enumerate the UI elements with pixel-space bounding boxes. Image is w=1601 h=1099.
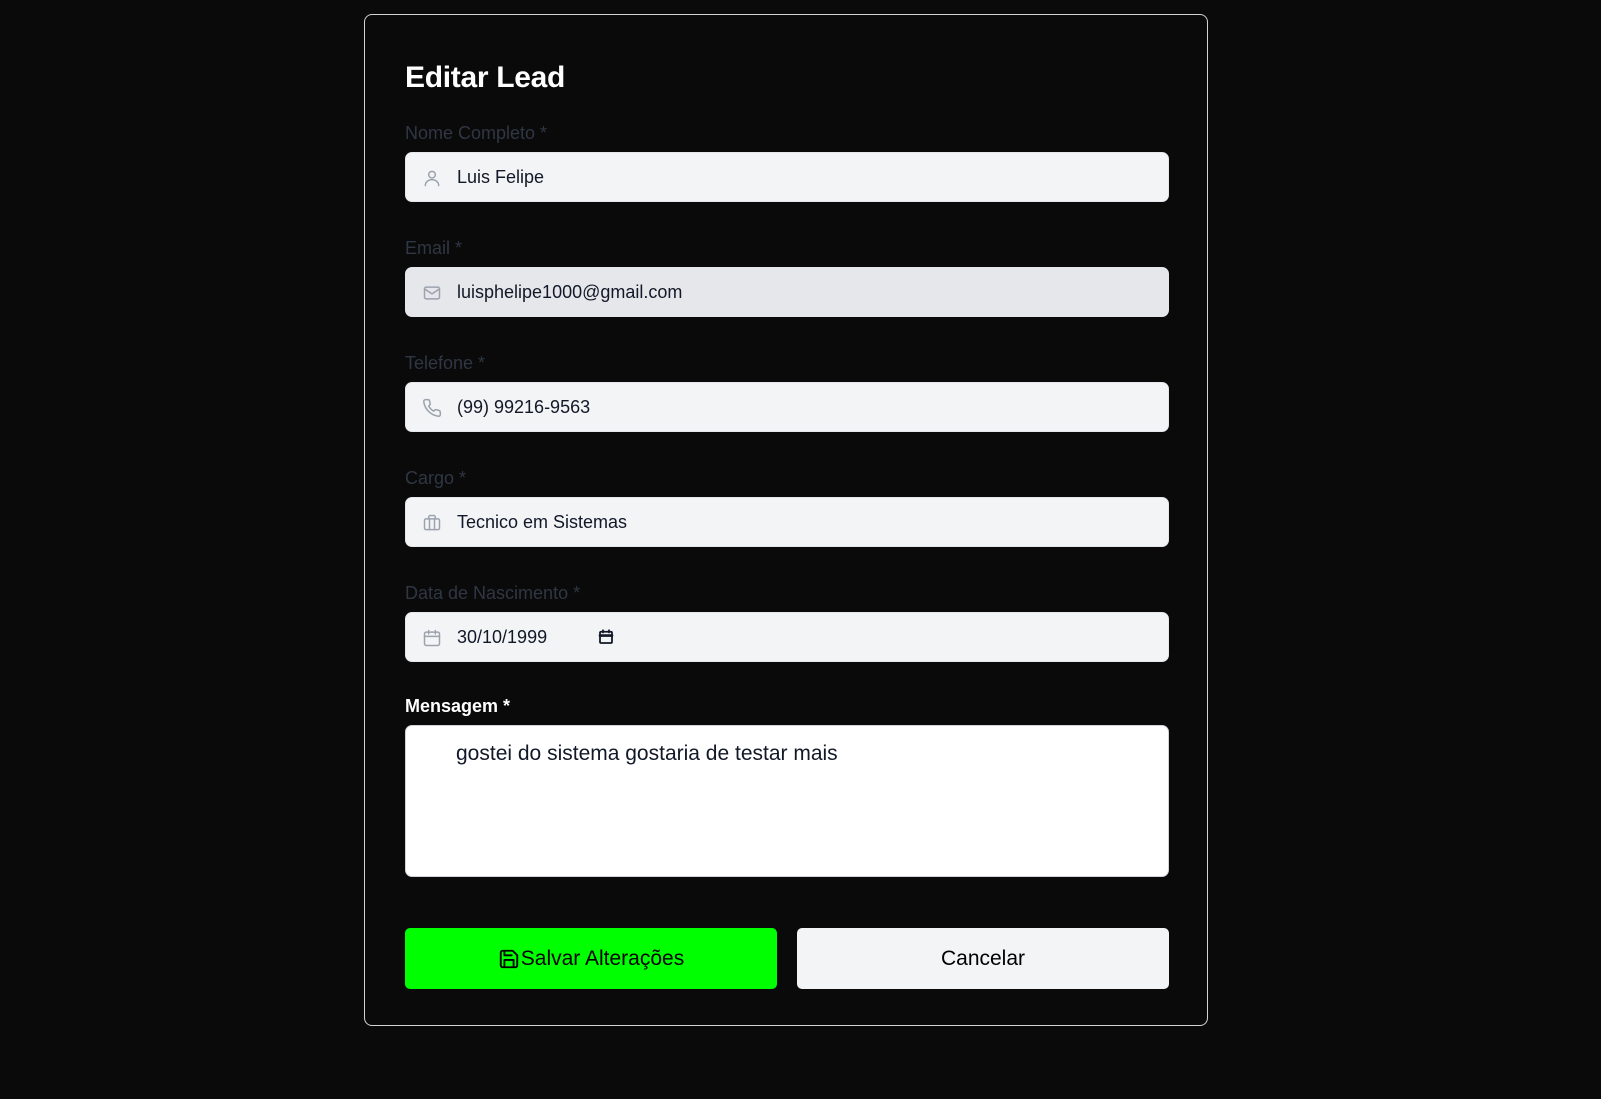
mail-icon (422, 283, 442, 303)
phone-field: Telefone * (405, 350, 1169, 432)
form-actions: Salvar Alterações Cancelar (405, 928, 1169, 989)
name-input[interactable] (457, 153, 1156, 201)
email-field: Email * (405, 235, 1169, 317)
message-textarea[interactable]: gostei do sistema gostaria de testar mai… (405, 725, 1169, 877)
page-title: Editar Lead (405, 61, 566, 94)
birth-date-input[interactable] (457, 613, 597, 661)
message-label: Mensagem * (405, 696, 511, 716)
phone-input[interactable] (457, 383, 1156, 431)
birth-date-field: Data de Nascimento * (405, 580, 1169, 662)
role-input-wrapper (405, 497, 1169, 547)
email-input[interactable] (457, 268, 1156, 316)
phone-label: Telefone * (405, 353, 486, 373)
name-label: Nome Completo * (405, 123, 548, 143)
edit-lead-card: Editar Lead Nome Completo * Email * (364, 14, 1208, 1026)
role-label: Cargo * (405, 468, 467, 488)
calendar-icon (422, 628, 442, 648)
save-button[interactable]: Salvar Alterações (405, 928, 777, 989)
name-input-wrapper (405, 152, 1169, 202)
email-label: Email * (405, 238, 463, 258)
phone-input-wrapper (405, 382, 1169, 432)
name-field: Nome Completo * (405, 120, 1169, 202)
birth-date-label: Data de Nascimento * (405, 583, 581, 603)
date-picker-icon[interactable] (597, 628, 615, 646)
save-icon (498, 948, 520, 970)
briefcase-icon (422, 513, 442, 533)
email-input-wrapper (405, 267, 1169, 317)
user-icon (422, 168, 442, 188)
cancel-button-label: Cancelar (940, 946, 1026, 970)
message-text: gostei do sistema gostaria de testar mai… (456, 742, 838, 765)
message-field: Mensagem * gostei do sistema gostaria de… (405, 693, 1169, 877)
birth-date-input-wrapper (405, 612, 1169, 662)
phone-icon (422, 398, 442, 418)
role-field: Cargo * (405, 465, 1169, 547)
role-input[interactable] (457, 498, 1156, 546)
save-button-label: Salvar Alterações (520, 946, 685, 970)
cancel-button[interactable]: Cancelar (797, 928, 1169, 989)
